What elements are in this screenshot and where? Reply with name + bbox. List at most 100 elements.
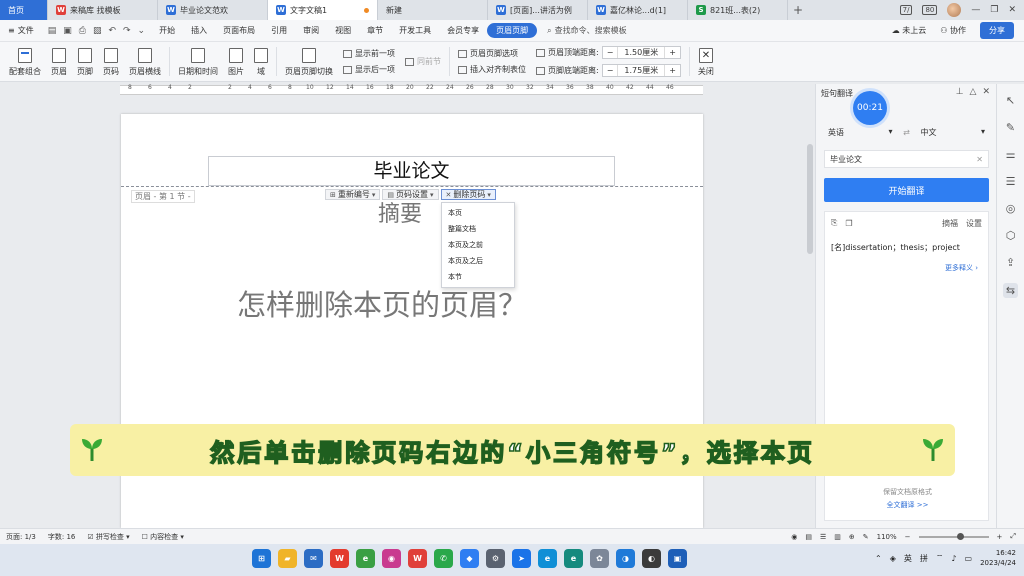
- tune-icon[interactable]: ☰: [1006, 175, 1016, 188]
- scroll-thumb[interactable]: [807, 144, 813, 254]
- more-definitions-link[interactable]: 更多释义 ›: [825, 253, 988, 273]
- same-prev-button[interactable]: 同前节: [405, 56, 441, 67]
- menu-member[interactable]: 会员专享: [439, 25, 487, 36]
- shape-icon[interactable]: ⬡: [1006, 229, 1016, 242]
- content-check[interactable]: ☐ 内容检查 ▾: [142, 532, 184, 542]
- decrement-button[interactable]: −: [603, 66, 618, 75]
- edge-beta-icon[interactable]: e: [564, 549, 583, 568]
- copy-label[interactable]: 摘福: [942, 218, 958, 229]
- page-number-button[interactable]: 页码: [98, 42, 124, 81]
- badge-80[interactable]: 80: [922, 5, 938, 15]
- edit-icon[interactable]: ✎: [1006, 121, 1015, 134]
- horizontal-ruler[interactable]: 8 6 4 2 2 4 6 8 10 12 14 16 18 20 22 24 …: [0, 83, 805, 97]
- arrow-app-icon[interactable]: ➤: [512, 549, 531, 568]
- fit-icon[interactable]: ⤢: [1010, 532, 1016, 541]
- vertical-ruler[interactable]: [0, 97, 14, 527]
- renumber-button[interactable]: ⊞ 重新编号 ▾: [325, 189, 381, 200]
- footer-button[interactable]: 页脚: [72, 42, 98, 81]
- media-player-icon[interactable]: ◐: [642, 549, 661, 568]
- close-header-footer-button[interactable]: ✕ 关闭: [693, 42, 719, 81]
- translate-input[interactable]: 毕业论文 ✕: [824, 150, 989, 168]
- avatar[interactable]: [947, 3, 962, 17]
- option-this-and-after[interactable]: 本页及之后: [442, 253, 514, 269]
- chevron-down-icon[interactable]: ⌄: [138, 26, 146, 36]
- switch-button[interactable]: 页眉页脚切换: [280, 42, 338, 81]
- menu-layout[interactable]: 页面布局: [215, 25, 263, 36]
- web-view-icon[interactable]: ⊕: [849, 533, 855, 541]
- app-icon[interactable]: ◑: [616, 549, 635, 568]
- menu-developer[interactable]: 开发工具: [391, 25, 439, 36]
- export-icon[interactable]: ⇪: [1006, 256, 1015, 269]
- word-count[interactable]: 字数: 16: [48, 532, 76, 542]
- tab-thesis-sample[interactable]: W 毕业论文范欢: [158, 0, 268, 20]
- tab-new[interactable]: 新建: [378, 0, 488, 20]
- edge-icon[interactable]: e: [538, 549, 557, 568]
- decrement-button[interactable]: −: [603, 48, 618, 57]
- redo-icon[interactable]: ↷: [123, 26, 131, 36]
- tab-document1[interactable]: W 文字文稿1: [268, 0, 378, 20]
- tab-spreadsheet[interactable]: S 821班...表(2): [688, 0, 788, 20]
- share-button[interactable]: 分享: [980, 22, 1014, 39]
- outline-view-icon[interactable]: ☰: [820, 533, 826, 541]
- save-icon[interactable]: ▣: [63, 26, 72, 36]
- pen-icon[interactable]: ✎: [863, 533, 869, 541]
- blue-app-icon[interactable]: ◆: [460, 549, 479, 568]
- wps-icon[interactable]: W: [330, 549, 349, 568]
- ime-language[interactable]: 英: [904, 553, 912, 564]
- clock[interactable]: 16:42 2023/4/24: [980, 548, 1016, 568]
- menu-view[interactable]: 视图: [327, 25, 359, 36]
- option-whole-document[interactable]: 整篇文档: [442, 221, 514, 237]
- adjust-icon[interactable]: ⚌: [1006, 148, 1016, 161]
- undo-icon[interactable]: ↶: [108, 26, 116, 36]
- start-icon[interactable]: ⊞: [252, 549, 271, 568]
- folder-icon[interactable]: ▰: [278, 549, 297, 568]
- browser-icon[interactable]: e: [356, 549, 375, 568]
- read-view-icon[interactable]: ▥: [834, 533, 841, 541]
- duplicate-icon[interactable]: ❐: [845, 219, 852, 228]
- header-text-box[interactable]: 毕业论文: [208, 156, 615, 186]
- wps-writer-icon[interactable]: W: [408, 549, 427, 568]
- volume-icon[interactable]: ♪: [951, 554, 956, 563]
- location-icon[interactable]: ◎: [1006, 202, 1016, 215]
- paint-icon[interactable]: ✿: [590, 549, 609, 568]
- footer-distance-value[interactable]: 1.75厘米: [617, 65, 666, 76]
- print-icon[interactable]: ⎙: [79, 26, 86, 36]
- insert-align-button[interactable]: 插入对齐制表位: [458, 64, 526, 75]
- header-line-button[interactable]: 页眉横线: [124, 42, 166, 81]
- minimize-icon[interactable]: —: [971, 5, 980, 15]
- header-distance-value[interactable]: 1.50厘米: [617, 47, 666, 58]
- increment-button[interactable]: +: [665, 66, 680, 75]
- show-next-button[interactable]: 显示后一项: [343, 64, 395, 75]
- header-distance-stepper[interactable]: −1.50厘米 +: [601, 46, 681, 59]
- zoom-level[interactable]: 110%: [877, 533, 897, 541]
- chevron-up-icon[interactable]: ⌃: [875, 554, 882, 563]
- swap-languages-icon[interactable]: ⇄: [897, 128, 917, 137]
- media-icon[interactable]: ◉: [382, 549, 401, 568]
- settings-label[interactable]: 设置: [966, 218, 982, 229]
- copy-icon[interactable]: ⎘: [831, 218, 837, 228]
- full-translate-link[interactable]: 全文翻译 >>: [825, 500, 990, 510]
- menu-references[interactable]: 引用: [263, 25, 295, 36]
- show-prev-button[interactable]: 显示前一项: [343, 48, 395, 59]
- option-this-and-before[interactable]: 本页及之前: [442, 237, 514, 253]
- field-button[interactable]: 域: [249, 42, 273, 81]
- command-search[interactable]: ⌕ 查找命令、搜索模板: [547, 25, 626, 36]
- menu-insert[interactable]: 插入: [183, 25, 215, 36]
- delete-page-number-button[interactable]: ✕ 删除页码 ▾: [440, 189, 496, 200]
- combo-button[interactable]: 配套组合: [4, 42, 46, 81]
- close-icon[interactable]: ✕: [1008, 5, 1016, 15]
- menu-section[interactable]: 章节: [359, 25, 391, 36]
- new-tab-button[interactable]: +: [788, 0, 808, 20]
- source-language-select[interactable]: 英语 ▾: [824, 127, 897, 138]
- zoom-out-icon[interactable]: −: [905, 533, 911, 541]
- clear-icon[interactable]: ✕: [976, 155, 983, 164]
- open-icon[interactable]: ▤: [48, 26, 57, 36]
- spell-check[interactable]: ☑ 拼写检查 ▾: [87, 532, 129, 542]
- target-language-select[interactable]: 中文 ▾: [917, 127, 990, 138]
- cloud-status[interactable]: ☁ 未上云: [892, 25, 927, 36]
- settings-icon[interactable]: ⚙: [486, 549, 505, 568]
- zoom-slider[interactable]: [918, 532, 989, 540]
- badge-7[interactable]: 7/: [899, 5, 913, 15]
- page-number-settings-button[interactable]: ▤ 页码设置 ▾: [382, 189, 439, 200]
- close-icon[interactable]: ✕: [982, 87, 990, 97]
